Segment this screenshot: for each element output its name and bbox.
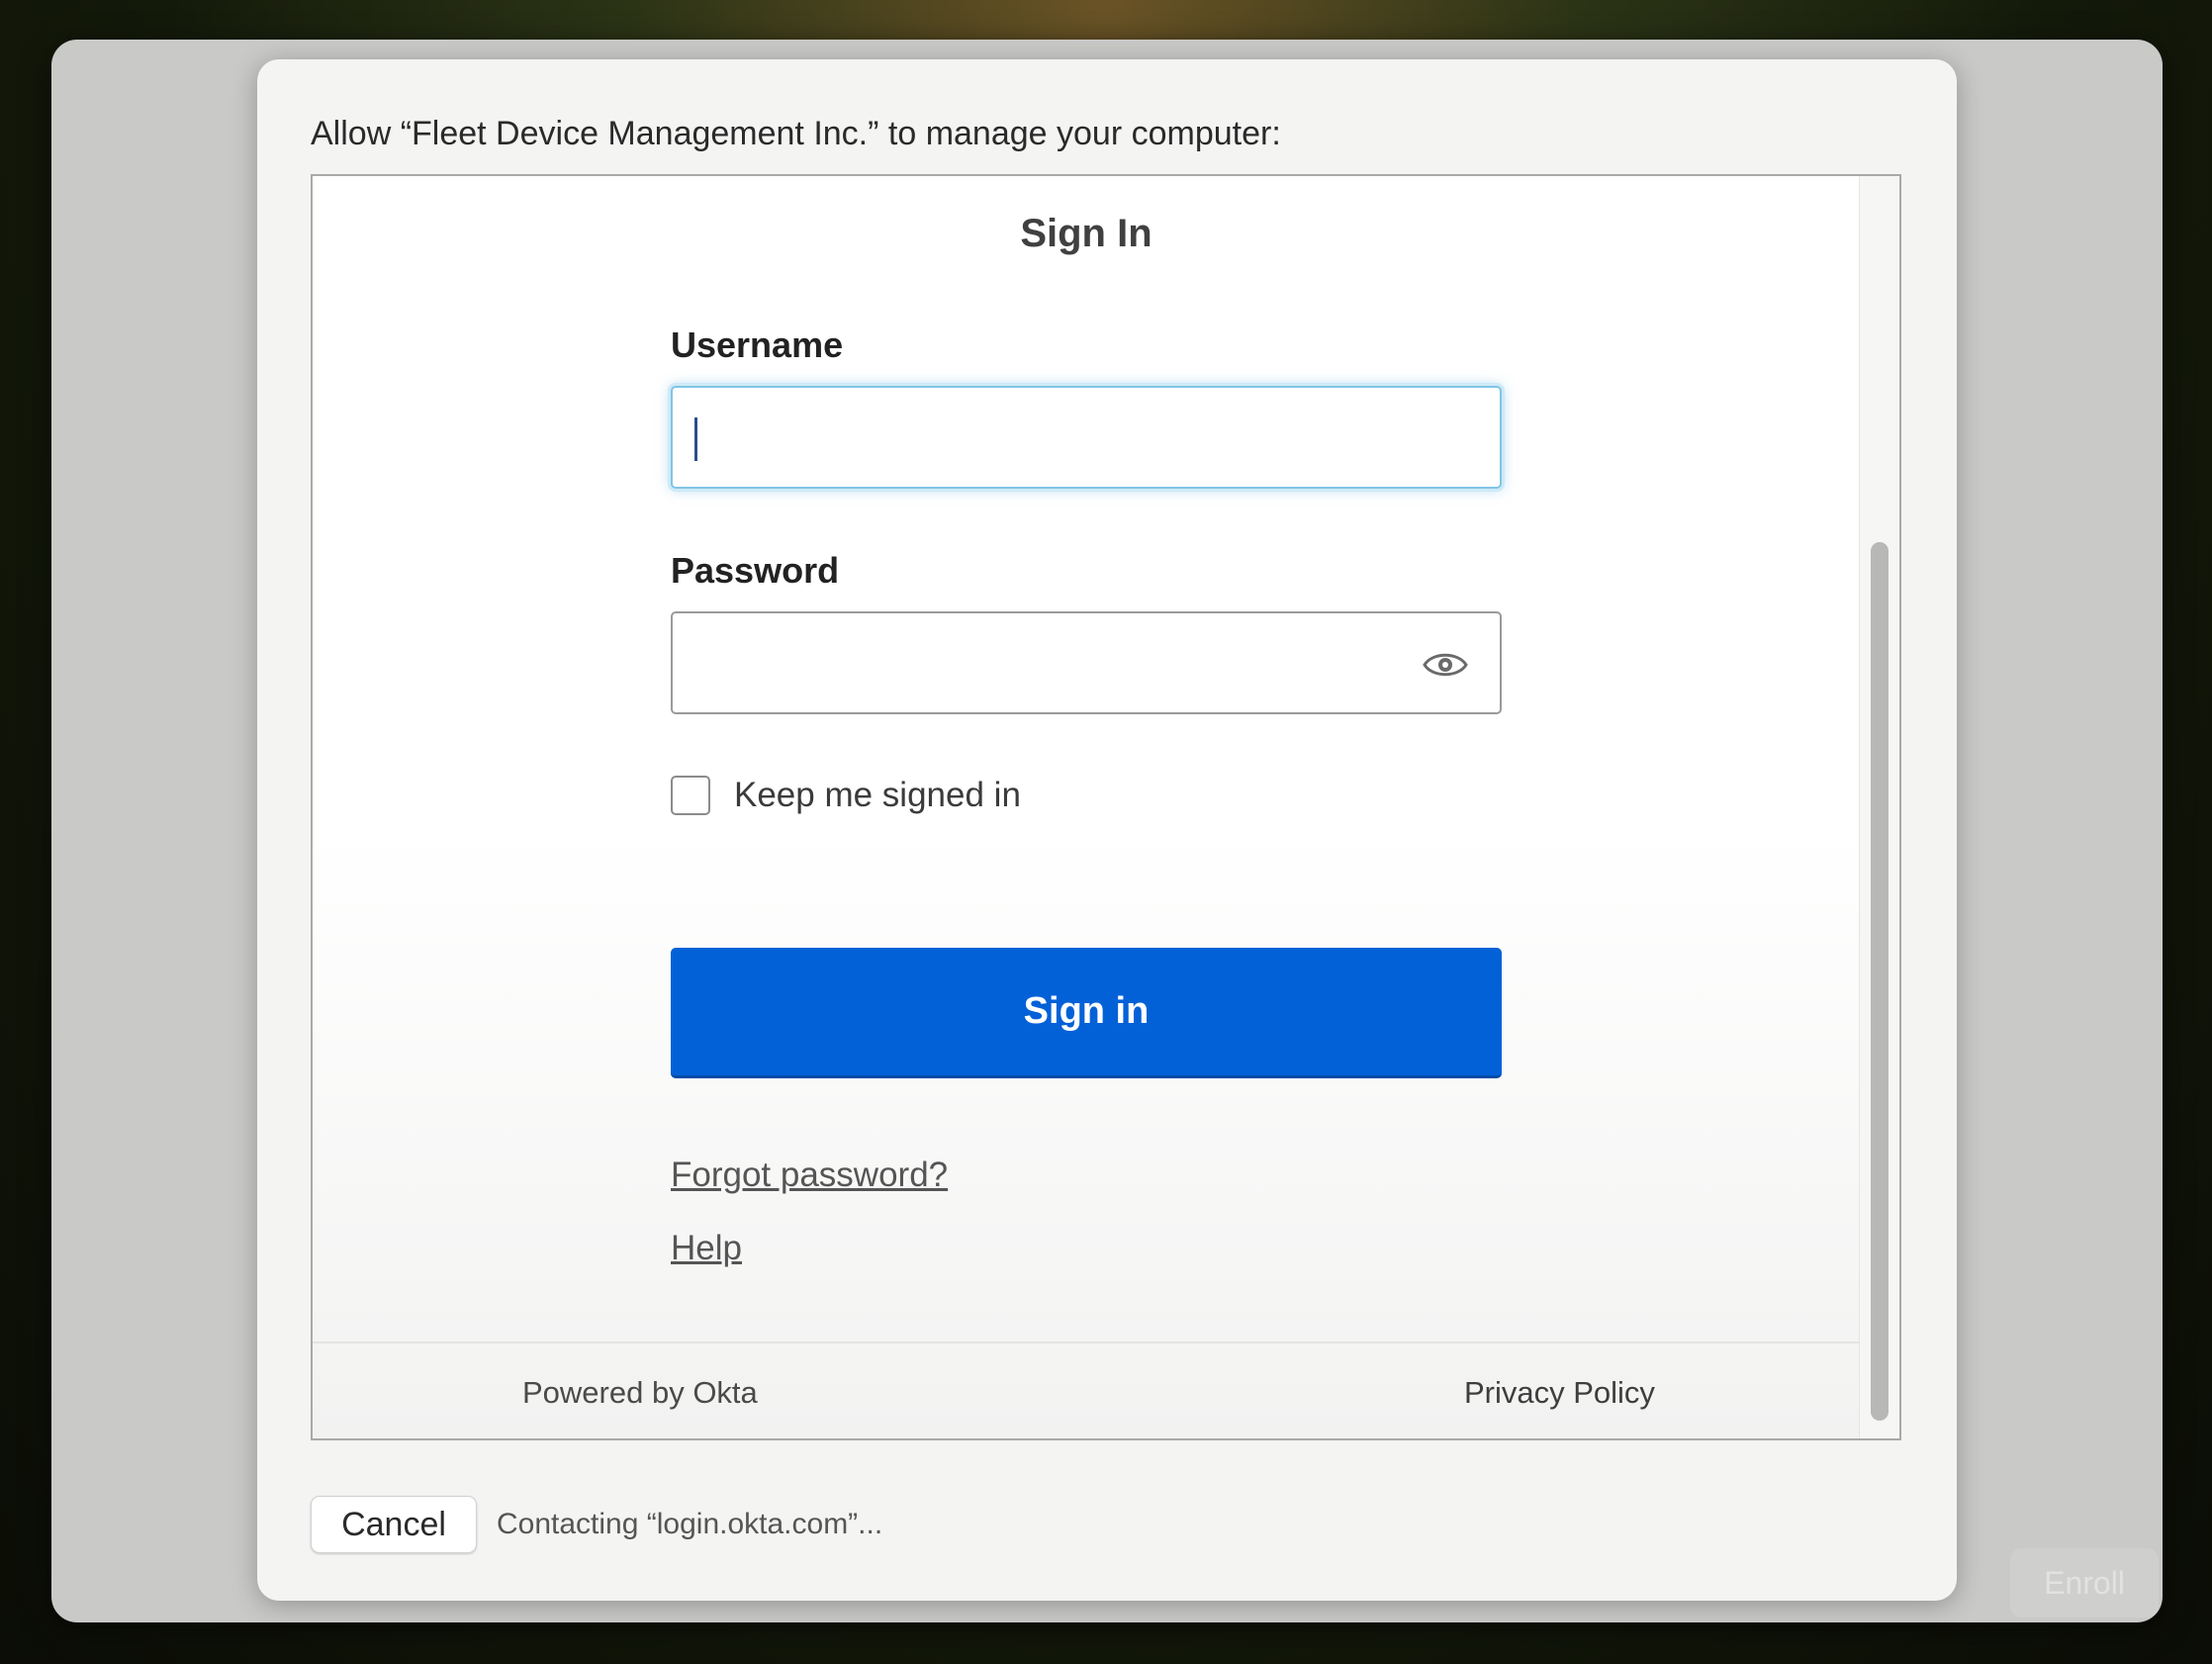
keep-signed-in-label: Keep me signed in [734,776,1021,814]
signin-button[interactable]: Sign in [671,948,1502,1078]
username-label: Username [671,324,844,365]
signin-title: Sign In [1020,212,1152,255]
forgot-password-link[interactable]: Forgot password? [671,1156,948,1195]
footer-divider [313,1341,1860,1343]
privacy-policy-link[interactable]: Privacy Policy [1464,1375,1655,1411]
status-text: Contacting “login.okta.com”... [497,1508,883,1540]
sheet-prompt: Allow “Fleet Device Management Inc.” to … [311,115,1281,152]
help-link[interactable]: Help [671,1229,742,1268]
keep-signed-in-row: Keep me signed in [671,776,1021,815]
powered-by-okta: Powered by Okta [522,1375,758,1410]
scrollbar-track [1859,176,1899,1438]
cancel-button[interactable]: Cancel [311,1496,477,1553]
password-label: Password [671,550,840,591]
enroll-button: Enroll [2010,1548,2159,1618]
mdm-enrollment-sheet: Allow “Fleet Device Management Inc.” to … [257,59,1957,1601]
text-caret [694,417,697,461]
password-input[interactable] [671,611,1502,714]
eye-icon[interactable] [1423,649,1468,681]
okta-web-view: Sign In Username Password Keep me signed… [311,174,1901,1440]
username-input[interactable] [671,386,1502,489]
scrollbar-thumb[interactable] [1871,542,1889,1421]
keep-signed-in-checkbox[interactable] [671,776,710,815]
